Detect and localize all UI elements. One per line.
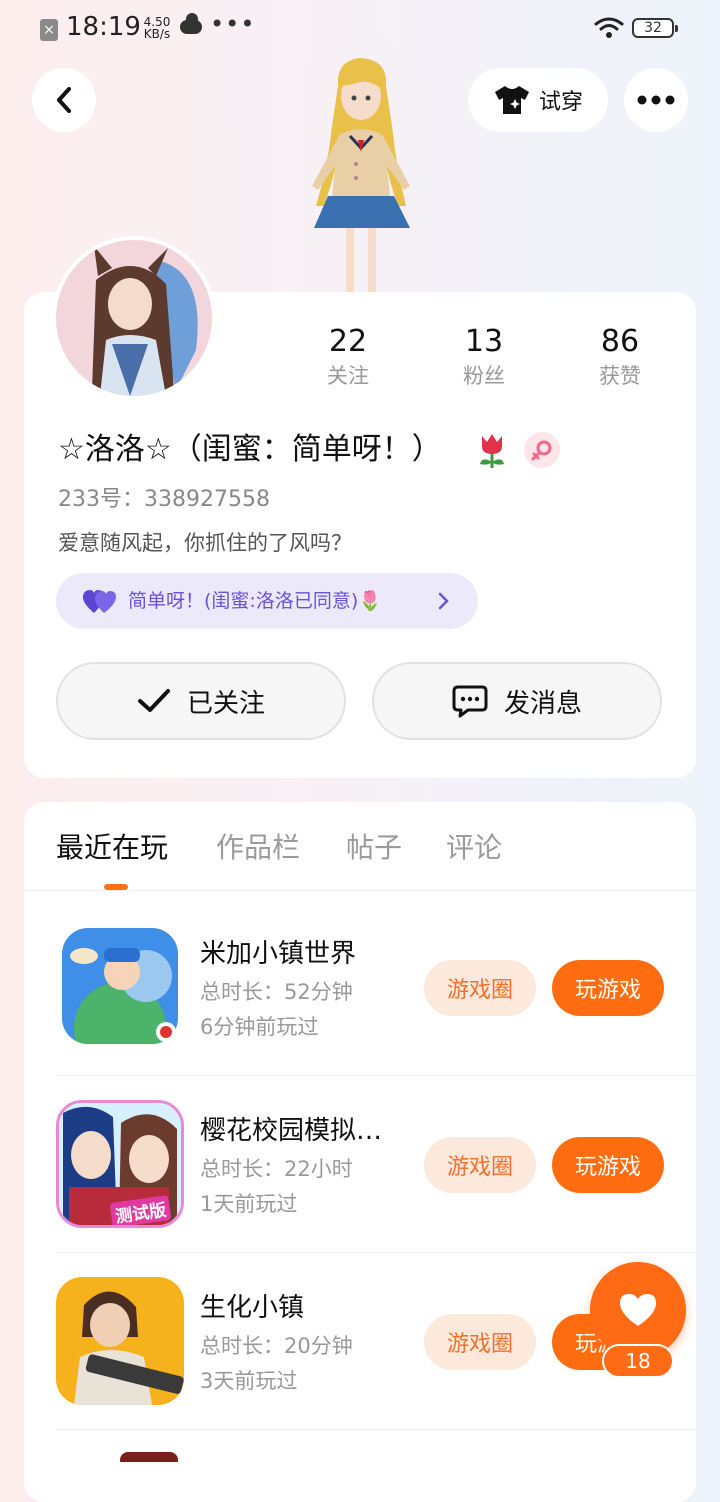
game-icon-sakura-school[interactable]: 测试版 xyxy=(56,1100,184,1228)
game-circle-button[interactable]: 游戏圈 xyxy=(424,1137,536,1193)
back-button[interactable] xyxy=(32,68,96,132)
play-game-button[interactable]: 玩游戏 xyxy=(552,1137,664,1193)
network-speed: 4.50 KB/s xyxy=(140,16,174,40)
back-arrow-icon xyxy=(57,87,71,113)
heart-icon xyxy=(82,590,116,613)
avatar[interactable] xyxy=(56,240,212,396)
send-message-button[interactable]: 发消息 xyxy=(372,662,662,740)
avatar-3d-figure[interactable] xyxy=(288,56,434,292)
game-duration: 总时长：20分钟 xyxy=(200,1334,353,1358)
like-heart-icon xyxy=(620,1294,656,1326)
tab-recently-played[interactable]: 最近在玩 xyxy=(56,828,168,868)
cloud-icon xyxy=(180,13,202,34)
row-divider xyxy=(56,1252,696,1253)
row-divider xyxy=(56,1075,696,1076)
game-circle-button[interactable]: 游戏圈 xyxy=(424,1314,536,1370)
tshirt-icon xyxy=(494,86,529,114)
play-game-button[interactable]: 玩游戏 xyxy=(552,960,664,1016)
game-icon-biochemical-town[interactable] xyxy=(56,1277,184,1405)
more-options-button[interactable] xyxy=(624,68,688,132)
stat-following[interactable]: 22 关注 xyxy=(288,324,408,390)
game-circle-button[interactable]: 游戏圈 xyxy=(424,960,536,1016)
tab-comments[interactable]: 评论 xyxy=(446,828,502,868)
network-speed-unit: KB/s xyxy=(143,27,171,41)
game-duration: 总时长：52分钟 xyxy=(200,980,353,1004)
gender-badge xyxy=(524,432,560,468)
send-message-label: 发消息 xyxy=(503,688,582,719)
female-icon xyxy=(531,440,552,461)
tab-divider xyxy=(24,890,696,891)
row-divider xyxy=(56,1429,696,1430)
game-title[interactable]: 樱花校园模拟… xyxy=(200,1113,382,1149)
bestie-label: 简单呀！(闺蜜:洛洛已同意)🌷 xyxy=(128,590,382,612)
followers-label: 粉丝 xyxy=(463,364,505,388)
status-bar: × 18:19 4.50 KB/s ••• 32 xyxy=(0,0,720,58)
stat-likes[interactable]: 86 获赞 xyxy=(560,324,680,390)
status-time: 18:19 xyxy=(66,12,141,42)
like-count: 18 xyxy=(602,1344,674,1378)
battery-indicator: 32 xyxy=(632,18,678,38)
likes-label: 获赞 xyxy=(599,364,641,388)
status-more-icon: ••• xyxy=(210,10,256,38)
bio: 爱意随风起，你抓住的了风吗？ xyxy=(58,531,352,555)
tulip-icon xyxy=(480,434,504,468)
chat-bubble-icon xyxy=(452,685,488,718)
user-id: 233号：338927558 xyxy=(58,487,270,512)
notification-icon: × xyxy=(40,19,58,41)
follow-button-label: 已关注 xyxy=(186,688,265,719)
tab-works[interactable]: 作品栏 xyxy=(216,828,300,868)
follow-button[interactable]: 已关注 xyxy=(56,662,346,740)
game-title[interactable]: 生化小镇 xyxy=(200,1290,304,1326)
game-last-played: 3天前玩过 xyxy=(200,1369,298,1393)
game-title[interactable]: 米加小镇世界 xyxy=(200,936,356,972)
game-last-played: 6分钟前玩过 xyxy=(200,1015,319,1039)
tab-posts[interactable]: 帖子 xyxy=(346,828,402,868)
following-label: 关注 xyxy=(327,364,369,388)
game-icon-miga-town[interactable] xyxy=(62,928,178,1044)
game-duration: 总时长：22小时 xyxy=(200,1157,353,1181)
game-icon-partial[interactable] xyxy=(120,1452,178,1462)
stat-followers[interactable]: 13 粉丝 xyxy=(424,324,544,390)
game-icon-image xyxy=(56,1277,184,1405)
try-on-label: 试穿 xyxy=(538,90,583,115)
nickname: ☆洛洛☆（闺蜜：简单呀！） xyxy=(58,432,442,467)
more-icon xyxy=(637,95,675,105)
wifi-icon xyxy=(594,17,624,38)
game-icon-image xyxy=(62,928,178,1044)
avatar-image xyxy=(56,240,212,396)
likes-count: 86 xyxy=(600,324,640,359)
followers-count: 13 xyxy=(464,324,504,359)
bestie-relationship-pill[interactable]: 简单呀！(闺蜜:洛洛已同意)🌷 xyxy=(56,573,478,629)
checkmark-icon xyxy=(137,689,170,712)
following-count: 22 xyxy=(328,324,368,359)
game-last-played: 1天前玩过 xyxy=(200,1192,298,1216)
chevron-right-icon xyxy=(438,592,449,610)
try-on-button[interactable]: 试穿 xyxy=(468,68,608,132)
